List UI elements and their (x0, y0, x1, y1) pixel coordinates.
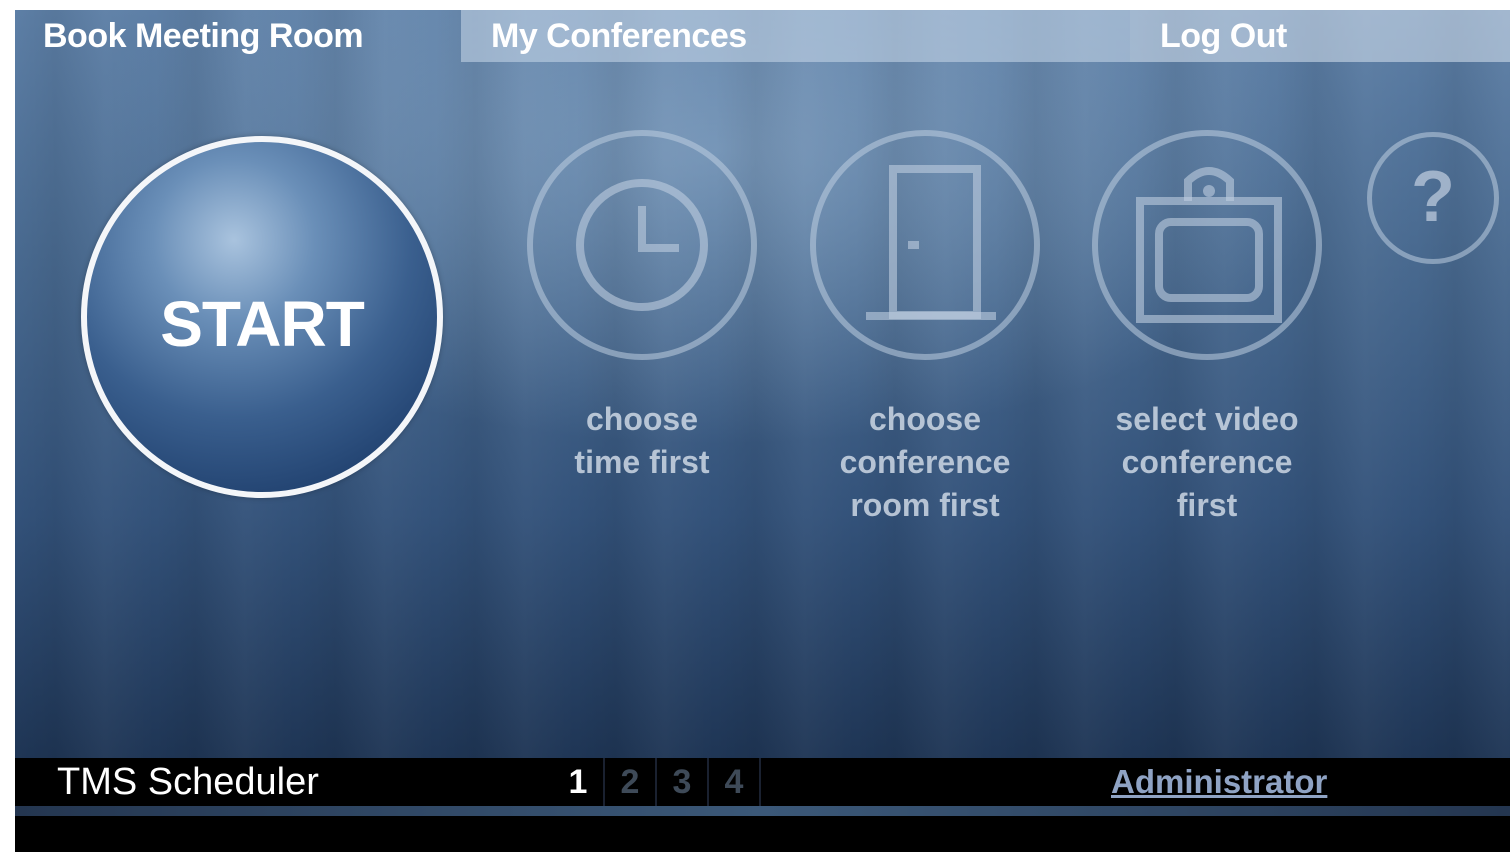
label-line: first (1176, 487, 1238, 523)
label-line: select video (1115, 401, 1299, 437)
step-4[interactable]: 4 (709, 758, 761, 806)
log-out-button[interactable]: Log Out (1130, 10, 1510, 62)
footer-bar: TMS Scheduler 1 2 3 4 Administrator (15, 758, 1510, 806)
label-line: conference (839, 444, 1011, 480)
tab-book-meeting-room[interactable]: Book Meeting Room (15, 10, 461, 62)
clock-icon (527, 130, 757, 360)
door-icon (810, 130, 1040, 360)
footer-bottom-bar (15, 816, 1510, 852)
top-navigation: Book Meeting Room My Conferences Log Out (15, 10, 1510, 62)
help-button[interactable]: ? (1367, 132, 1499, 264)
label-line: room first (850, 487, 1000, 523)
start-label: START (160, 288, 365, 360)
label-line: conference (1121, 444, 1293, 480)
start-button[interactable]: START (81, 136, 443, 498)
step-indicator: 1 2 3 4 (553, 758, 761, 806)
choose-time-first-label: choose time first (510, 398, 774, 484)
choose-conference-room-first-label: choose conference room first (793, 398, 1057, 527)
video-screen-icon (1092, 130, 1322, 360)
label-line: time first (574, 444, 710, 480)
app-name: TMS Scheduler (57, 761, 319, 803)
question-icon: ? (1411, 157, 1455, 237)
label-line: choose (585, 401, 699, 437)
step-2[interactable]: 2 (605, 758, 657, 806)
step-1[interactable]: 1 (553, 758, 605, 806)
user-link-administrator[interactable]: Administrator (1111, 758, 1327, 806)
label-line: choose (868, 401, 982, 437)
app-window: Book Meeting Room My Conferences Log Out… (15, 10, 1510, 852)
step-3[interactable]: 3 (657, 758, 709, 806)
select-video-conference-first-label: select video conference first (1075, 398, 1339, 527)
footer-divider (15, 806, 1510, 816)
tab-my-conferences[interactable]: My Conferences (461, 10, 1130, 62)
